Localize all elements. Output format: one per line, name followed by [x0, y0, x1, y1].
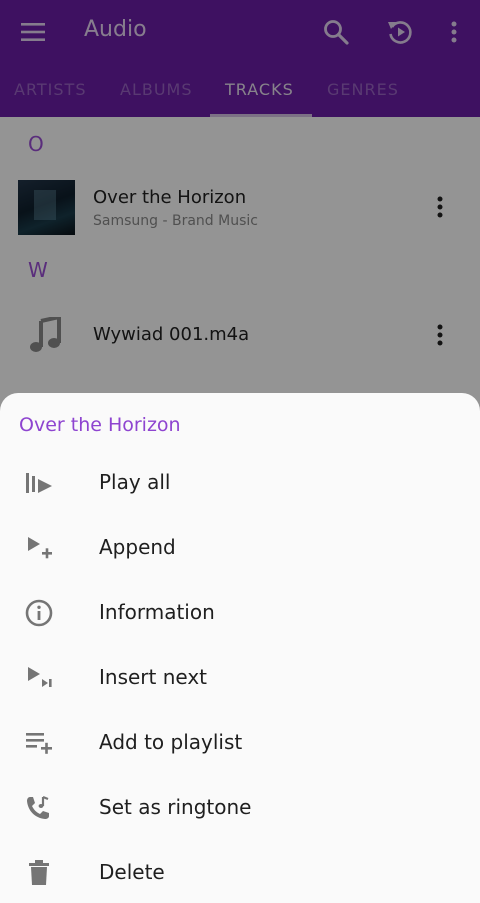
bottom-sheet: Over the Horizon Play all Append Informa… [0, 393, 480, 903]
play-all-icon [22, 467, 56, 499]
playlist-add-icon [22, 727, 56, 759]
menu-item-label: Information [99, 600, 215, 624]
menu-item-append[interactable]: Append [0, 517, 480, 579]
info-icon [22, 597, 56, 629]
menu-item-label: Insert next [99, 665, 208, 689]
menu-item-set-as-ringtone[interactable]: Set as ringtone [0, 777, 480, 839]
menu-item-delete[interactable]: Delete [0, 842, 480, 903]
menu-item-label: Set as ringtone [99, 795, 252, 819]
append-icon [22, 532, 56, 564]
ringtone-icon [22, 792, 56, 824]
insert-next-icon [22, 662, 56, 694]
menu-item-label: Add to playlist [99, 730, 243, 754]
menu-item-label: Delete [99, 860, 165, 884]
menu-item-add-to-playlist[interactable]: Add to playlist [0, 712, 480, 774]
menu-item-label: Append [99, 535, 176, 559]
sheet-title: Over the Horizon [19, 414, 181, 436]
menu-item-insert-next[interactable]: Insert next [0, 647, 480, 709]
menu-item-information[interactable]: Information [0, 582, 480, 644]
delete-icon [22, 857, 56, 889]
menu-item-play-all[interactable]: Play all [0, 452, 480, 514]
menu-item-label: Play all [99, 470, 171, 494]
